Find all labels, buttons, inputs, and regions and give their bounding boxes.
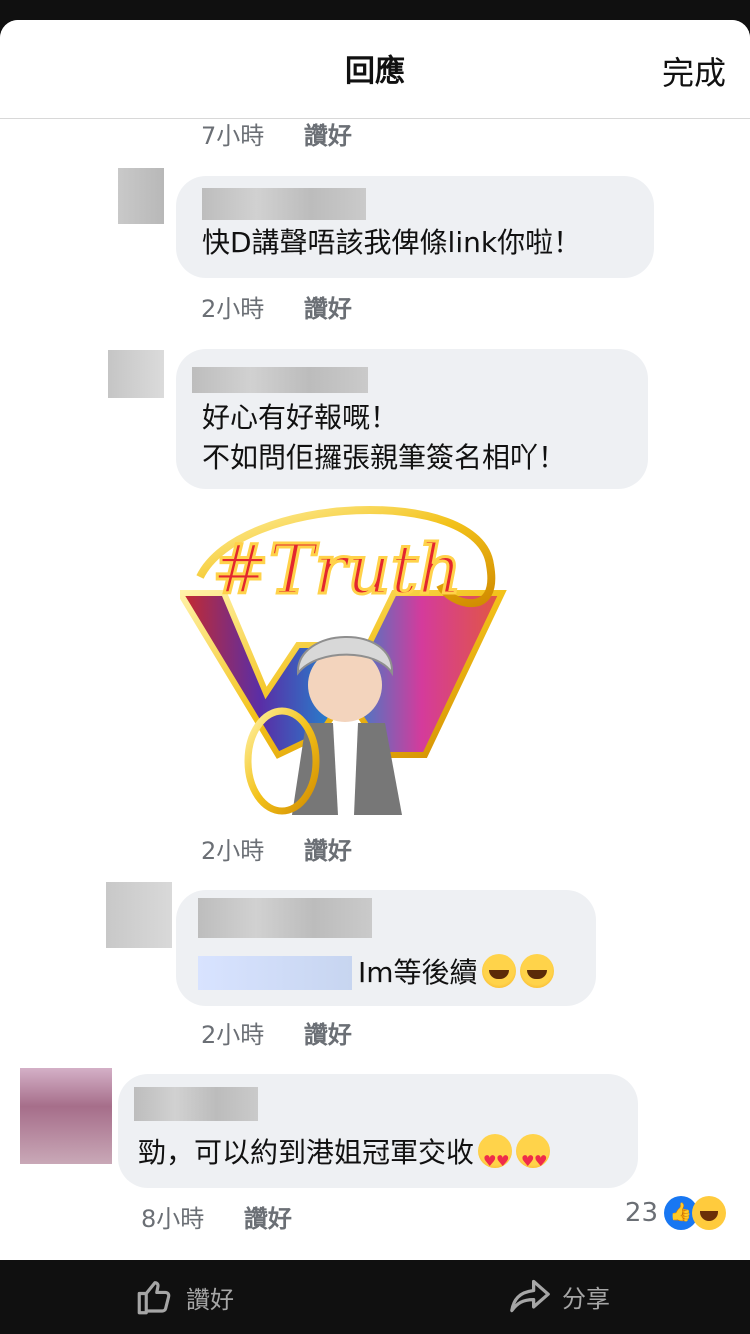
blurred-username <box>192 367 368 393</box>
comment-like-button[interactable]: 讚好 <box>304 295 352 323</box>
reaction-count: 23 <box>624 1198 658 1228</box>
comment-meta: 7小時 讚好 <box>201 116 352 151</box>
comment-time: 2小時 <box>201 1021 265 1049</box>
laughing-emoji-icon <box>481 954 516 988</box>
comment-like-button[interactable]: 讚好 <box>244 1205 292 1233</box>
haha-reaction-icon <box>692 1196 726 1230</box>
comment-like-button[interactable]: 讚好 <box>304 1021 352 1049</box>
done-button[interactable]: 完成 <box>662 48 726 94</box>
comment-text-line-1: 好心有好報嘅！ <box>202 401 399 434</box>
thumbs-up-icon <box>137 1281 171 1315</box>
comment-text: 勁，可以約到港姐冠軍交收 <box>138 1132 551 1182</box>
blurred-username <box>198 898 372 938</box>
sheet-header: 回應 完成 <box>0 20 750 119</box>
heart-eyes-emoji-icon <box>516 1134 551 1182</box>
sticker-caption: #Truth <box>212 531 462 610</box>
comment-time: 2小時 <box>201 295 265 323</box>
blurred-username <box>202 188 366 220</box>
footer-like-label: 讚好 <box>186 1285 234 1314</box>
blurred-username <box>134 1087 258 1121</box>
footer-share-button[interactable]: 分享 <box>508 1276 610 1316</box>
avatar[interactable] <box>106 882 172 948</box>
comment-like-button[interactable]: 讚好 <box>304 122 352 150</box>
comment-bubble[interactable]: 勁，可以約到港姐冠軍交收 <box>118 1074 638 1188</box>
avatar[interactable] <box>20 1068 112 1164</box>
footer-like-button[interactable]: 讚好 <box>134 1276 234 1318</box>
comment-visible-text: Im等後續 <box>358 956 478 989</box>
page-title: 回應 <box>345 54 405 89</box>
comment-meta: 8小時 讚好 <box>141 1199 292 1234</box>
bottom-action-bar <box>0 1260 750 1334</box>
comment-text-line-2: 不如問佢攞張親筆簽名相吖！ <box>202 441 567 474</box>
laughing-emoji-icon <box>519 954 554 988</box>
comment-meta: 2小時 讚好 <box>201 1015 352 1050</box>
blurred-mention[interactable] <box>198 956 352 990</box>
comment-meta: 2小時 讚好 <box>201 831 352 866</box>
footer-share-label: 分享 <box>562 1284 610 1313</box>
comment-time: 7小時 <box>201 122 265 150</box>
comment-meta: 2小時 讚好 <box>201 289 352 324</box>
truth-sticker[interactable]: #Truth <box>180 495 510 815</box>
avatar[interactable] <box>108 350 164 398</box>
avatar[interactable] <box>118 168 164 224</box>
comment-time: 8小時 <box>141 1205 205 1233</box>
comment-text: 快D講聲唔該我俾條link你啦！ <box>202 226 582 259</box>
comment-time: 2小時 <box>201 837 265 865</box>
comment-bubble[interactable]: 快D講聲唔該我俾條link你啦！ <box>176 176 654 278</box>
heart-eyes-emoji-icon <box>478 1134 513 1182</box>
comment-reactions[interactable]: 23 👍 <box>625 1196 726 1230</box>
comment-text: Im等後續 <box>358 952 554 994</box>
comment-like-button[interactable]: 讚好 <box>304 837 352 865</box>
comment-bubble[interactable]: 好心有好報嘅！ 不如問佢攞張親筆簽名相吖！ <box>176 349 648 489</box>
comment-visible-text: 勁，可以約到港姐冠軍交收 <box>138 1136 475 1169</box>
share-arrow-icon <box>510 1279 550 1313</box>
reactions-sheet: 回應 完成 7小時 讚好 快D講聲唔該我俾條link你啦！ 2小時 讚好 好心有… <box>0 20 750 1260</box>
comment-bubble[interactable]: Im等後續 <box>176 890 596 1006</box>
